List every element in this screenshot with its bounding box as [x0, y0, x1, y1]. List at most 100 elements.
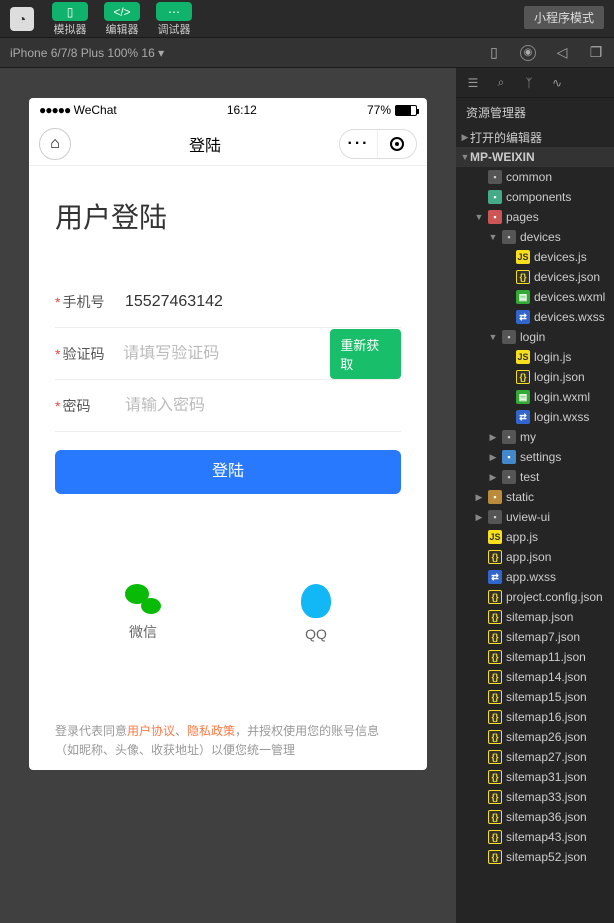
tree-item[interactable]: ▼▪pages [456, 207, 614, 227]
json-icon: {} [488, 770, 502, 784]
tree-item[interactable]: ⇄login.wxss [456, 407, 614, 427]
home-button[interactable]: ⌂ [39, 128, 71, 160]
tree-item[interactable]: {}sitemap52.json [456, 847, 614, 867]
password-field: *密码 [55, 380, 401, 432]
simulator-panel: ●●●●● WeChat 16:12 77% ⌂ 登陆 ··· 用户登陆 [0, 68, 456, 923]
folder-icon: ▪ [488, 510, 502, 524]
carrier-label: WeChat [74, 103, 117, 117]
code-input[interactable] [123, 345, 330, 363]
tree-item[interactable]: ▪components [456, 187, 614, 207]
panel-graph-icon[interactable]: ∿ [550, 76, 564, 90]
file-tree: ▪common▪components▼▪pages▼▪devicesJSdevi… [456, 167, 614, 923]
user-agreement-link[interactable]: 用户协议 [127, 724, 175, 738]
phone-input[interactable] [125, 293, 401, 311]
simulator-tab-button[interactable]: ▯ [52, 2, 88, 21]
side-panel: ☰ ⌕ ᛉ ∿ 资源管理器 ▶ 打开的编辑器 ▼ MP-WEIXIN ▪comm… [456, 68, 614, 923]
json-icon: {} [488, 690, 502, 704]
tree-item[interactable]: ▶▪uview-ui [456, 507, 614, 527]
debugger-tab-button[interactable]: ⋯ [156, 2, 192, 21]
tree-item[interactable]: {}project.config.json [456, 587, 614, 607]
tree-item[interactable]: {}sitemap14.json [456, 667, 614, 687]
json-icon: {} [488, 630, 502, 644]
json-icon: {} [488, 810, 502, 824]
tree-item[interactable]: ▶▪test [456, 467, 614, 487]
signal-icon: ●●●●● [39, 103, 70, 117]
panel-menu-icon[interactable]: ☰ [466, 76, 480, 90]
battery-label: 77% [367, 103, 391, 117]
wechat-login-button[interactable]: 微信 [125, 584, 161, 642]
app-logo-icon: ◔ [10, 7, 34, 31]
project-root[interactable]: ▼ MP-WEIXIN [456, 147, 614, 167]
agreement-text: 登录代表同意用户协议、隐私政策，并授权使用您的账号信息（如昵称、头像、收获地址）… [55, 722, 401, 760]
top-toolbar: ◔ ▯ 模拟器 </> 编辑器 ⋯ 调试器 小程序模式 [0, 0, 614, 38]
json-icon: {} [488, 830, 502, 844]
tree-item[interactable]: {}sitemap.json [456, 607, 614, 627]
tree-item[interactable]: {}login.json [456, 367, 614, 387]
tree-item[interactable]: ⇄devices.wxss [456, 307, 614, 327]
tree-item[interactable]: {}devices.json [456, 267, 614, 287]
debugger-tab-label: 调试器 [158, 21, 191, 37]
tree-item[interactable]: ▤devices.wxml [456, 287, 614, 307]
tree-item[interactable]: ▪common [456, 167, 614, 187]
tree-item[interactable]: {}sitemap27.json [456, 747, 614, 767]
panel-search-icon[interactable]: ⌕ [494, 75, 508, 90]
wechat-icon [125, 584, 161, 614]
mode-badge[interactable]: 小程序模式 [524, 6, 604, 29]
json-icon: {} [488, 710, 502, 724]
wxss-icon: ⇄ [488, 570, 502, 584]
tree-item[interactable]: {}sitemap31.json [456, 767, 614, 787]
tree-item[interactable]: JSdevices.js [456, 247, 614, 267]
phone-frame: ●●●●● WeChat 16:12 77% ⌂ 登陆 ··· 用户登陆 [29, 98, 427, 770]
explorer-title: 资源管理器 [456, 98, 614, 127]
qq-login-button[interactable]: QQ [301, 584, 331, 642]
privacy-policy-link[interactable]: 隐私政策 [187, 724, 235, 738]
wxss-icon: ⇄ [516, 410, 530, 424]
tree-item[interactable]: {}app.json [456, 547, 614, 567]
folder-icon: ▪ [502, 330, 516, 344]
tree-item[interactable]: {}sitemap15.json [456, 687, 614, 707]
device-phone-icon[interactable]: ▯ [486, 45, 502, 61]
json-icon: {} [488, 670, 502, 684]
tree-item[interactable]: {}sitemap36.json [456, 807, 614, 827]
json-icon: {} [488, 590, 502, 604]
panel-branch-icon[interactable]: ᛉ [522, 76, 536, 90]
resend-code-button[interactable]: 重新获取 [330, 329, 401, 379]
device-window-icon[interactable]: ❐ [588, 45, 604, 61]
wxml-icon: ▤ [516, 390, 530, 404]
page-title: 用户登陆 [55, 196, 401, 236]
wxss-icon: ⇄ [516, 310, 530, 324]
password-input[interactable] [125, 397, 401, 415]
json-icon: {} [488, 650, 502, 664]
tree-item[interactable]: ▤login.wxml [456, 387, 614, 407]
tree-item[interactable]: {}sitemap16.json [456, 707, 614, 727]
tree-item[interactable]: ▶▪my [456, 427, 614, 447]
tree-item[interactable]: {}sitemap11.json [456, 647, 614, 667]
capsule-close-button[interactable] [378, 130, 416, 158]
json-icon: {} [516, 370, 530, 384]
capsule-menu-button[interactable]: ··· [340, 130, 378, 158]
folder-o-icon: ▪ [488, 490, 502, 504]
tree-item[interactable]: ▼▪devices [456, 227, 614, 247]
tree-item[interactable]: ▼▪login [456, 327, 614, 347]
editor-tab-button[interactable]: </> [104, 2, 140, 21]
device-bar: iPhone 6/7/8 Plus 100% 16 ▾ ▯ ◉ ◁ ❐ [0, 38, 614, 68]
code-field: *验证码 重新获取 [55, 328, 401, 380]
tree-item[interactable]: {}sitemap7.json [456, 627, 614, 647]
tree-item[interactable]: ▶▪static [456, 487, 614, 507]
tree-item[interactable]: ▶▪settings [456, 447, 614, 467]
tree-item[interactable]: ⇄app.wxss [456, 567, 614, 587]
folder-b-icon: ▪ [502, 450, 516, 464]
device-record-icon[interactable]: ◉ [520, 45, 536, 61]
login-button[interactable]: 登陆 [55, 450, 401, 494]
tree-item[interactable]: JSlogin.js [456, 347, 614, 367]
phone-field: *手机号 [55, 276, 401, 328]
tree-item[interactable]: {}sitemap33.json [456, 787, 614, 807]
tree-item[interactable]: JSapp.js [456, 527, 614, 547]
tree-item[interactable]: {}sitemap43.json [456, 827, 614, 847]
open-editors-section[interactable]: ▶ 打开的编辑器 [456, 127, 614, 147]
status-bar: ●●●●● WeChat 16:12 77% [29, 98, 427, 122]
tree-item[interactable]: {}sitemap26.json [456, 727, 614, 747]
folder-icon: ▪ [502, 230, 516, 244]
device-selector[interactable]: iPhone 6/7/8 Plus 100% 16 ▾ [10, 46, 164, 60]
device-mute-icon[interactable]: ◁ [554, 45, 570, 61]
